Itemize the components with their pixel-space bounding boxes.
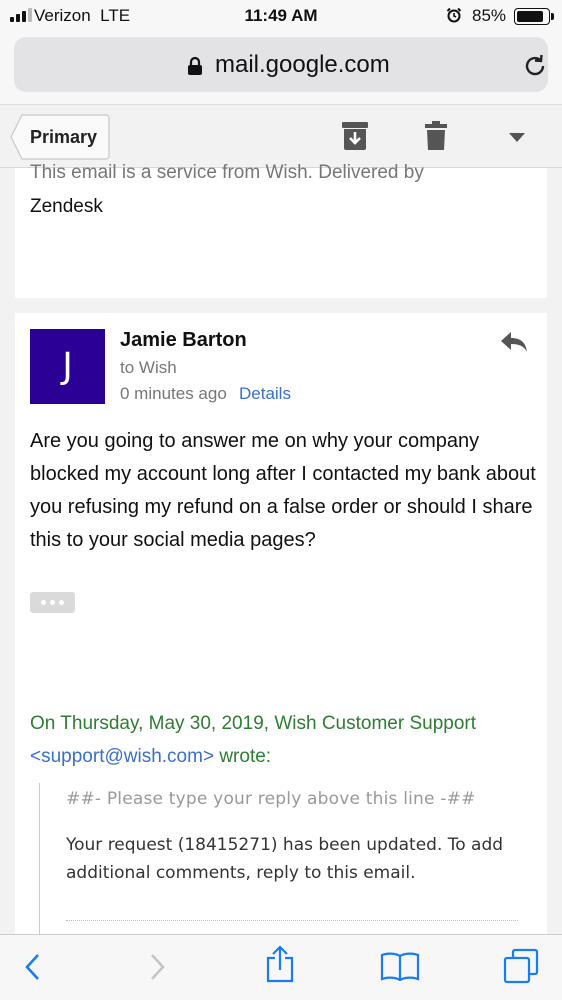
quote-divider [66,920,518,921]
back-icon[interactable] [24,953,40,981]
archive-icon[interactable] [341,121,369,151]
quote-reply-marker: ##- Please type your reply above this li… [66,789,476,809]
message-body: Are you going to answer me on why your c… [30,430,536,551]
quote-wrote: wrote: [219,746,272,767]
alarm-icon [446,7,462,23]
previous-message-card: This email is a service from Wish. Deliv… [15,162,547,298]
recipient-line: to Wish [120,358,177,377]
tabs-icon[interactable] [502,947,540,985]
quoted-text: Your request (18415271) has been updated… [66,835,504,883]
message-card: J Jamie Barton to Wish 0 minutes ago Det… [15,313,547,953]
dropdown-icon[interactable] [509,133,525,142]
lock-icon [188,56,202,75]
quote-intro: On Thursday, May 30, 2019, Wish Customer… [30,713,476,734]
forward-icon[interactable] [150,953,166,981]
sender-name: Jamie Barton [120,329,247,351]
details-link[interactable]: Details [239,384,291,404]
browser-bottom-bar [0,934,562,1000]
mail-toolbar: Primary [0,104,562,168]
quote-bar [39,783,40,953]
show-trimmed-content-button[interactable] [30,592,75,613]
browser-header: mail.google.com [0,34,562,104]
back-button-label: Primary [30,127,98,147]
avatar: J [30,329,105,404]
back-to-primary-button[interactable]: Primary [10,114,110,160]
reply-icon[interactable] [499,330,529,354]
bookmarks-icon[interactable] [380,951,420,981]
trash-icon[interactable] [425,121,447,151]
address-bar[interactable]: mail.google.com [14,37,548,92]
quote-email-link[interactable]: <support@wish.com> [30,746,214,767]
reload-icon[interactable] [522,53,548,79]
battery-icon [514,8,550,25]
status-bar: Verizon LTE 11:49 AM 85% [0,0,562,34]
share-icon[interactable] [265,945,295,983]
url-text: mail.google.com [215,51,390,78]
footer-text: Zendesk [30,196,103,217]
truncated-footer-text: This email is a service from Wish. Deliv… [30,162,424,183]
battery-tip [551,13,554,20]
battery-percent: 85% [472,6,507,25]
quote-header: On Thursday, May 30, 2019, Wish Customer… [30,707,540,773]
message-time: 0 minutes ago [120,384,227,403]
